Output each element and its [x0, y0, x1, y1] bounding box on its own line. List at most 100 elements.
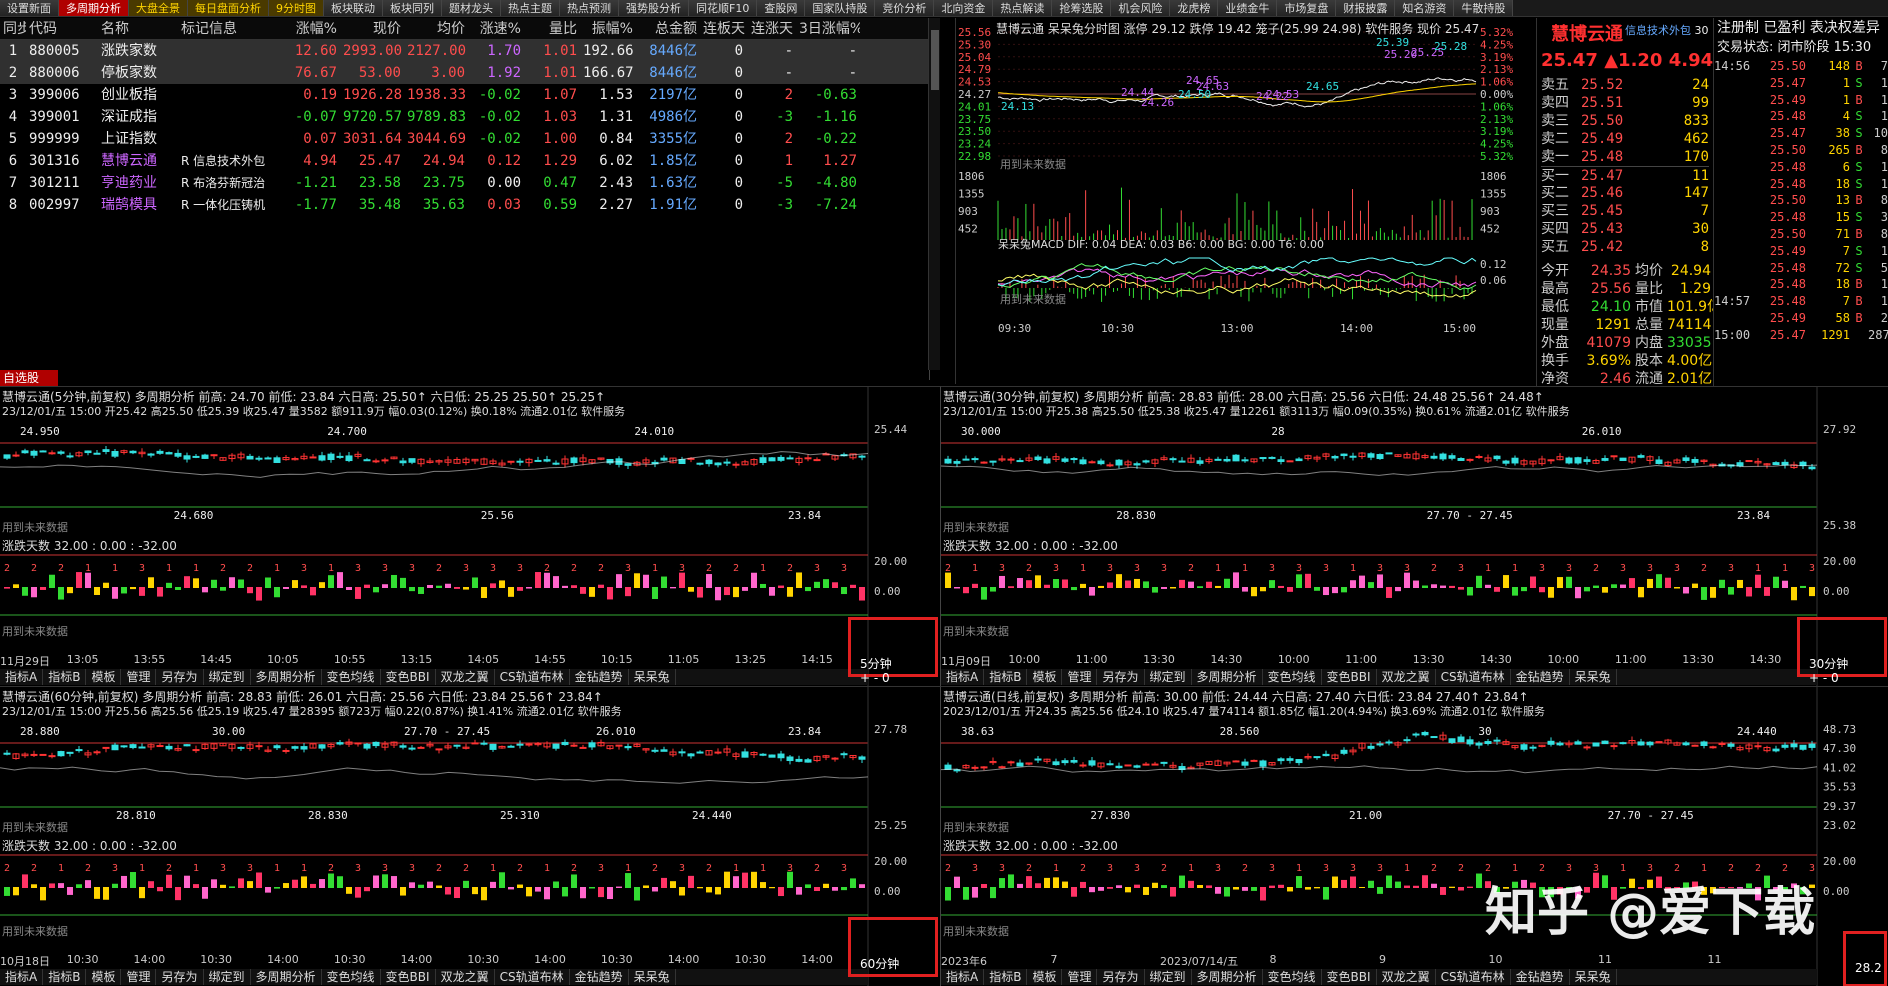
- tab-24[interactable]: 牛散持股: [1454, 0, 1514, 16]
- column-header[interactable]: 3日涨幅%: [796, 18, 860, 39]
- table-row[interactable]: 4 399001 深证成指 -0.07 9720.57 9789.83 -0.02 1.03 1…: [0, 106, 929, 128]
- column-header[interactable]: 标记信息: [178, 18, 276, 39]
- toolbar-item[interactable]: 金钻趋势: [570, 669, 629, 685]
- toolbar-item[interactable]: 多周期分析: [251, 669, 322, 685]
- toolbar-item[interactable]: 绑定到: [204, 669, 251, 685]
- toolbar-item[interactable]: 指标B: [984, 669, 1028, 685]
- column-header[interactable]: 涨速%: [468, 18, 524, 39]
- toolbar-item[interactable]: 模板: [1027, 969, 1063, 985]
- toolbar-item[interactable]: CS轨道布林: [1436, 669, 1511, 685]
- tab-23[interactable]: 知名游资: [1395, 0, 1455, 16]
- tab-20[interactable]: 业绩金牛: [1218, 0, 1278, 16]
- toolbar-item[interactable]: 变色BBI: [1322, 669, 1377, 685]
- tab-7[interactable]: 题材龙头: [442, 0, 501, 16]
- kline-panel-1[interactable]: 30.000 28.830 28 27.70 - 27.45 26.010 23.84 27…: [940, 386, 1888, 686]
- toolbar-item[interactable]: 绑定到: [1145, 669, 1192, 685]
- toolbar-item[interactable]: 模板: [86, 969, 122, 985]
- toolbar-item[interactable]: 多周期分析: [1192, 669, 1263, 685]
- toolbar-item[interactable]: CS轨道布林: [495, 969, 570, 985]
- toolbar-item[interactable]: 金钻趋势: [570, 969, 629, 985]
- toolbar-item[interactable]: CS轨道布林: [495, 669, 570, 685]
- toolbar-item[interactable]: 变色均线: [322, 969, 381, 985]
- tab-5[interactable]: 板块联动: [324, 0, 383, 16]
- table-row[interactable]: 7 301211 亨迪药业 R 布洛芬新冠治 -1.21 23.58 23.75 0.00 0.…: [0, 172, 929, 194]
- toolbar-item[interactable]: 绑定到: [1145, 969, 1192, 985]
- toolbar-item[interactable]: 多周期分析: [251, 969, 322, 985]
- toolbar-item[interactable]: 双龙之翼: [436, 669, 495, 685]
- column-header[interactable]: 同步: [0, 18, 26, 39]
- toolbar-item[interactable]: 呆呆兔: [629, 669, 676, 685]
- toolbar-item[interactable]: 变色BBI: [1322, 969, 1377, 985]
- toolbar-item[interactable]: 指标A: [941, 669, 985, 685]
- table-scrollbar[interactable]: [928, 18, 940, 370]
- toolbar-item[interactable]: 金钻趋势: [1511, 969, 1570, 985]
- toolbar-item[interactable]: 指标A: [0, 969, 44, 985]
- tab-22[interactable]: 财报披露: [1336, 0, 1396, 16]
- tab-1[interactable]: 多周期分析: [59, 0, 129, 16]
- column-header[interactable]: 名称: [98, 18, 178, 39]
- zoom-controls[interactable]: + - 0: [1809, 671, 1839, 685]
- tab-11[interactable]: 同花顺F10: [689, 0, 758, 16]
- tab-16[interactable]: 热点解读: [993, 0, 1053, 16]
- kline-panel-0[interactable]: 24.950 24.680 24.700 25.56 24.010 23.84 25.44 用…: [0, 386, 940, 686]
- toolbar-item[interactable]: 呆呆兔: [629, 969, 676, 985]
- column-header[interactable]: 代码: [26, 18, 98, 39]
- kline-panel-2[interactable]: 28.880 28.810 30.00 28.830 27.70 - 27.45 25.3…: [0, 686, 940, 986]
- toolbar-item[interactable]: 另存为: [1097, 969, 1145, 985]
- period-label[interactable]: 30分钟: [1809, 655, 1848, 672]
- toolbar-item[interactable]: 绑定到: [204, 969, 251, 985]
- zoom-controls[interactable]: + - 0: [860, 671, 890, 685]
- toolbar-item[interactable]: CS轨道布林: [1436, 969, 1511, 985]
- toolbar-item[interactable]: 变色均线: [322, 669, 381, 685]
- table-row[interactable]: 2 880006 停板家数 76.67 53.00 3.00 1.92 1.01 166.67 8…: [0, 62, 929, 84]
- period-label[interactable]: 60分钟: [860, 955, 899, 972]
- intraday-chart[interactable]: 25.5625.3025.0424.7924.5324.2724.0123.75…: [956, 18, 1536, 384]
- toolbar-item[interactable]: 指标B: [43, 969, 87, 985]
- toolbar-item[interactable]: 另存为: [156, 969, 204, 985]
- table-row[interactable]: 6 301316 慧博云通 R 信息技术外包 4.94 25.47 24.94 0.12 1.2…: [0, 150, 929, 172]
- toolbar-item[interactable]: 模板: [86, 669, 122, 685]
- column-header[interactable]: 量比: [524, 18, 580, 39]
- column-header[interactable]: 连板天: [700, 18, 746, 39]
- toolbar-item[interactable]: 双龙之翼: [1377, 669, 1436, 685]
- toolbar-item[interactable]: 管理: [1062, 669, 1098, 685]
- column-header[interactable]: 涨幅%: [276, 18, 340, 39]
- toolbar-item[interactable]: 变色BBI: [381, 969, 436, 985]
- tab-17[interactable]: 抢筹选股: [1052, 0, 1112, 16]
- toolbar-item[interactable]: 管理: [121, 969, 157, 985]
- column-header[interactable]: 现价: [340, 18, 404, 39]
- toolbar-item[interactable]: 另存为: [1097, 669, 1145, 685]
- toolbar-item[interactable]: 管理: [1062, 969, 1098, 985]
- toolbar-item[interactable]: 双龙之翼: [1377, 969, 1436, 985]
- period-label[interactable]: 5分钟: [860, 655, 892, 672]
- period-label[interactable]: 28.2: [1855, 961, 1882, 975]
- toolbar-item[interactable]: 变色均线: [1263, 669, 1322, 685]
- tab-9[interactable]: 热点预测: [560, 0, 619, 16]
- tab-15[interactable]: 北向资金: [934, 0, 994, 16]
- toolbar-item[interactable]: 变色BBI: [381, 669, 436, 685]
- tab-2[interactable]: 大盘全景: [129, 0, 188, 16]
- table-row[interactable]: 8 002997 瑞鹄模具 R 一体化压铸机 -1.77 35.48 35.63 0.03 0.…: [0, 194, 929, 216]
- tab-14[interactable]: 竞价分析: [875, 0, 935, 16]
- tab-0[interactable]: 设置新面: [0, 0, 59, 16]
- tab-8[interactable]: 热点主题: [501, 0, 560, 16]
- toolbar-item[interactable]: 指标B: [43, 669, 87, 685]
- toolbar-item[interactable]: 金钻趋势: [1511, 669, 1570, 685]
- column-header[interactable]: 连涨天: [746, 18, 796, 39]
- table-row[interactable]: 5 999999 上证指数 0.07 3031.64 3044.69 -0.02 1.00 0.…: [0, 128, 929, 150]
- tab-4[interactable]: 9分时图: [269, 0, 324, 16]
- watchlist-tab[interactable]: 自选股: [0, 370, 58, 386]
- tab-21[interactable]: 市场复盘: [1277, 0, 1337, 16]
- tab-18[interactable]: 机会风险: [1111, 0, 1171, 16]
- intraday-chart-panel[interactable]: 25.56 25.30 25.04 24.79 24.53 24.27 24.01 23.75…: [955, 18, 1536, 384]
- tab-13[interactable]: 国家队持股: [805, 0, 876, 16]
- column-header[interactable]: 振幅%: [580, 18, 636, 39]
- toolbar-item[interactable]: 指标B: [984, 969, 1028, 985]
- table-row[interactable]: 1 880005 涨跌家数 12.60 2993.00 2127.00 1.70 1.01 19…: [0, 40, 929, 62]
- tab-19[interactable]: 龙虎榜: [1170, 0, 1219, 16]
- toolbar-item[interactable]: 呆呆兔: [1570, 669, 1617, 685]
- toolbar-item[interactable]: 指标A: [0, 669, 44, 685]
- tab-3[interactable]: 每日盘面分析: [188, 0, 269, 16]
- column-header[interactable]: 均价: [404, 18, 468, 39]
- tab-12[interactable]: 查股网: [757, 0, 806, 16]
